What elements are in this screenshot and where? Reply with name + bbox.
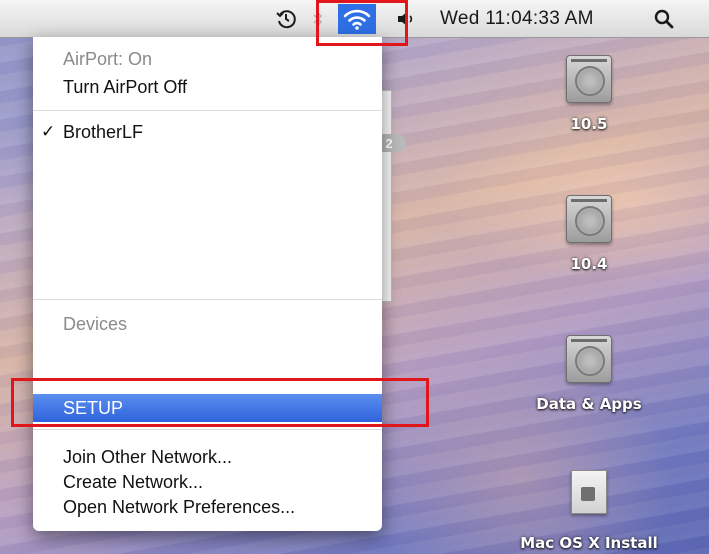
hard-drive-icon bbox=[566, 55, 612, 103]
create-network-item[interactable]: Create Network... bbox=[33, 470, 382, 494]
checkmark-icon: ✓ bbox=[41, 122, 56, 141]
hard-drive-icon bbox=[566, 335, 612, 383]
highlight-box-setup bbox=[11, 378, 429, 427]
network-item-brotherlf[interactable]: ✓ BrotherLF bbox=[33, 120, 382, 144]
desktop: 2 Wed 11:04:33 AM AirPort: On Turn AirPo… bbox=[0, 0, 709, 554]
desktop-icon-10-4[interactable]: 10.4 bbox=[519, 195, 659, 273]
desktop-icon-mac-os-x-install[interactable]: Mac OS X Install bbox=[519, 470, 659, 552]
network-name: BrotherLF bbox=[63, 122, 144, 142]
desktop-icon-label: Data & Apps bbox=[536, 395, 642, 413]
time-machine-icon[interactable] bbox=[272, 0, 300, 37]
desktop-icon-label: 10.4 bbox=[570, 255, 608, 273]
menu-bar-clock[interactable]: Wed 11:04:33 AM bbox=[440, 0, 620, 37]
spotlight-search-icon[interactable] bbox=[650, 0, 678, 37]
document-icon bbox=[571, 470, 607, 514]
open-network-preferences-item[interactable]: Open Network Preferences... bbox=[33, 495, 382, 519]
join-other-network-item[interactable]: Join Other Network... bbox=[33, 445, 382, 469]
turn-airport-off-item[interactable]: Turn AirPort Off bbox=[33, 75, 382, 99]
airport-status: AirPort: On bbox=[63, 49, 153, 69]
hard-drive-icon bbox=[566, 195, 612, 243]
desktop-icon-data-apps[interactable]: Data & Apps bbox=[519, 335, 659, 413]
menu-separator bbox=[33, 110, 382, 111]
menu-separator bbox=[33, 299, 382, 300]
airport-menu: AirPort: On Turn AirPort Off ✓ BrotherLF… bbox=[33, 37, 382, 531]
highlight-box-wifi bbox=[316, 0, 408, 46]
desktop-icon-label: 10.5 bbox=[570, 115, 608, 133]
desktop-icon-label: Mac OS X Install bbox=[520, 534, 658, 552]
devices-header: Devices bbox=[63, 314, 128, 334]
desktop-icon-10-5[interactable]: 10.5 bbox=[519, 55, 659, 133]
menu-separator bbox=[33, 429, 382, 430]
